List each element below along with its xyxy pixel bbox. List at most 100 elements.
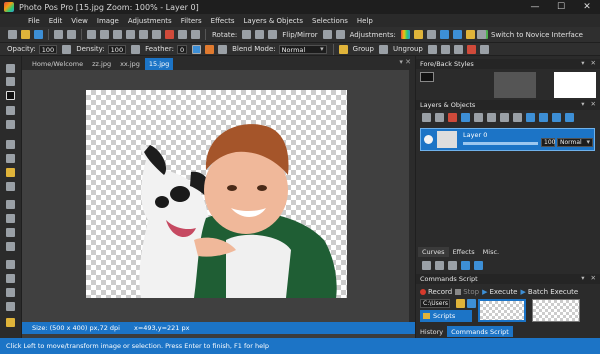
rotate-left-icon[interactable] — [242, 30, 252, 39]
move-down-icon[interactable] — [539, 113, 548, 122]
color-balance-icon[interactable] — [400, 30, 410, 39]
density-swatch-icon[interactable] — [62, 44, 72, 54]
tab-curves[interactable]: Curves — [418, 247, 449, 257]
fill-icon[interactable] — [6, 288, 15, 297]
arrange-icon[interactable] — [453, 44, 463, 54]
image-canvas[interactable] — [86, 90, 347, 298]
panel-controls-icon[interactable]: ▾ ✕ — [581, 59, 598, 67]
layer-blend-select[interactable]: Normal — [557, 138, 593, 147]
levels-icon[interactable] — [465, 30, 475, 39]
canvas-viewport[interactable] — [22, 70, 409, 322]
opacity-field[interactable]: 100 — [38, 44, 58, 54]
redo-icon[interactable] — [67, 30, 76, 39]
eraser-icon[interactable] — [6, 274, 15, 283]
layer-props-icon[interactable] — [487, 113, 496, 122]
contrast-icon[interactable] — [426, 30, 436, 39]
color-swatch-icon[interactable] — [192, 44, 202, 54]
script-path-field[interactable]: C:\Users — [420, 299, 450, 308]
lasso-icon[interactable] — [6, 154, 15, 163]
ungroup-button[interactable]: Ungroup — [393, 45, 423, 53]
move-up-icon[interactable] — [526, 113, 535, 122]
lock-icon[interactable] — [500, 113, 509, 122]
hue-icon[interactable] — [439, 30, 449, 39]
arrow-up-icon[interactable] — [461, 261, 470, 270]
remove-icon[interactable] — [466, 44, 476, 54]
menu-layers-objects[interactable]: Layers & Objects — [243, 17, 303, 25]
crop-tool-icon[interactable] — [6, 182, 15, 191]
ungroup-icon[interactable] — [378, 44, 388, 54]
save-icon[interactable] — [34, 30, 43, 39]
cut-icon[interactable] — [87, 30, 96, 39]
tab-xx-jpg[interactable]: xx.jpg — [116, 58, 144, 70]
eyedropper-icon[interactable] — [6, 120, 15, 129]
distribute-icon[interactable] — [440, 44, 450, 54]
layers-controls-icon[interactable]: ▾ ✕ — [581, 100, 598, 108]
tab-misc[interactable]: Misc. — [479, 247, 503, 257]
close-tab-icon[interactable]: ▾ ✕ — [399, 58, 411, 66]
menu-adjustments[interactable]: Adjustments — [128, 17, 172, 25]
brightness-icon[interactable] — [413, 30, 423, 39]
menu-file[interactable]: File — [28, 17, 40, 25]
new-layer-icon[interactable] — [422, 113, 431, 122]
density-field[interactable]: 100 — [107, 44, 127, 54]
tab-history[interactable]: History — [416, 326, 447, 337]
saturation-icon[interactable] — [452, 30, 462, 39]
undo-icon[interactable] — [54, 30, 63, 39]
move-bottom-icon[interactable] — [565, 113, 574, 122]
gradient-icon[interactable] — [6, 302, 15, 311]
stop-button[interactable]: Stop — [463, 288, 479, 296]
clone-icon[interactable] — [6, 260, 15, 269]
back-color-swatch[interactable] — [554, 72, 596, 98]
feather-icon[interactable] — [131, 44, 141, 54]
flip-icon[interactable] — [322, 30, 332, 39]
rotate-right-icon[interactable] — [255, 30, 265, 39]
mirror-icon[interactable] — [335, 30, 345, 39]
rotate-180-icon[interactable] — [268, 30, 278, 39]
batch-execute-button[interactable]: Batch Execute — [528, 288, 578, 296]
copy-icon[interactable] — [100, 30, 109, 39]
deselect-icon[interactable] — [191, 30, 200, 39]
layer-name[interactable]: Layer 0 — [463, 131, 487, 139]
delete-layer-icon[interactable] — [448, 113, 457, 122]
new-file-icon[interactable] — [8, 30, 17, 39]
stamp-icon[interactable] — [6, 318, 15, 327]
layer-row[interactable]: Layer 0 100 Normal — [420, 128, 595, 151]
merge-icon[interactable] — [474, 113, 483, 122]
browse-folder-icon[interactable] — [456, 299, 465, 308]
move-top-icon[interactable] — [552, 113, 561, 122]
menu-selections[interactable]: Selections — [312, 17, 348, 25]
script-thumbnail[interactable] — [478, 299, 526, 322]
layer-up-icon[interactable] — [461, 113, 470, 122]
tab-zz-jpg[interactable]: zz.jpg — [88, 58, 115, 70]
mask-layer-icon[interactable] — [513, 113, 522, 122]
script-thumbnail[interactable] — [532, 299, 580, 322]
fore-color-swatch[interactable] — [420, 72, 434, 82]
menu-filters[interactable]: Filters — [181, 17, 202, 25]
open-folder-icon[interactable] — [21, 30, 30, 39]
flip-mirror-label[interactable]: Flip/Mirror — [282, 31, 317, 39]
layer-opacity-slider[interactable] — [463, 142, 538, 145]
zoom-tool-icon[interactable] — [6, 106, 15, 115]
rect-select-icon[interactable] — [6, 140, 15, 149]
transform-tool-icon[interactable] — [6, 77, 15, 86]
group-icon[interactable] — [338, 44, 348, 54]
duplicate-layer-icon[interactable] — [435, 113, 444, 122]
arrow-down-icon[interactable] — [474, 261, 483, 270]
maximize-button[interactable]: ☐ — [548, 0, 574, 14]
novice-switch[interactable]: Switch to Novice Interface — [475, 28, 586, 41]
execute-button[interactable]: Execute — [490, 288, 518, 296]
menu-edit[interactable]: Edit — [49, 17, 63, 25]
tab-effects[interactable]: Effects — [449, 247, 479, 257]
commands-controls-icon[interactable]: ▾ ✕ — [581, 274, 598, 282]
resize-icon[interactable] — [139, 30, 148, 39]
scripts-folder-item[interactable]: Scripts — [420, 310, 472, 322]
mode-icon[interactable] — [205, 44, 215, 54]
tab-home-welcome[interactable]: Home/Welcome — [28, 58, 87, 70]
magic-wand-icon[interactable] — [6, 168, 15, 177]
select-all-icon[interactable] — [178, 30, 187, 39]
layer-opacity-field[interactable]: 100 — [541, 138, 555, 147]
mask-icon[interactable] — [218, 44, 228, 54]
align-icon[interactable] — [427, 44, 437, 54]
move-tool-icon[interactable] — [6, 64, 15, 73]
minimize-button[interactable]: — — [522, 0, 548, 14]
